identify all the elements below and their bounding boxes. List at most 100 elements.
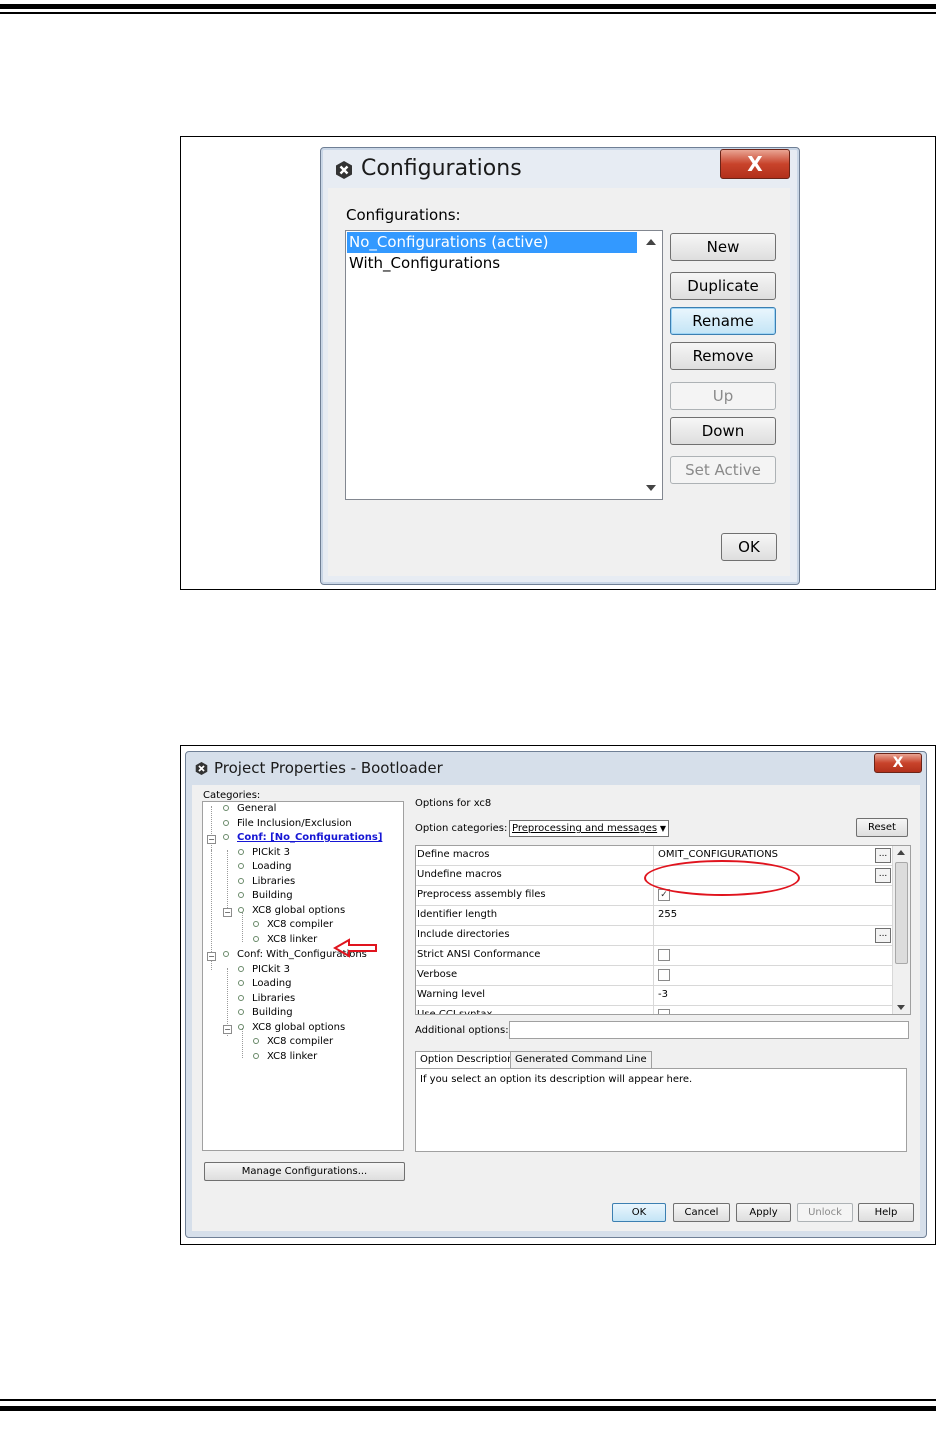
reset-button[interactable]: Reset: [856, 818, 908, 837]
collapse-icon[interactable]: −: [207, 952, 216, 961]
option-categories-select[interactable]: Preprocessing and messages ▼: [509, 820, 669, 837]
option-key: Use CCI syntax: [417, 1009, 493, 1015]
tree-item-xc8-linker[interactable]: XC8 linker: [253, 1051, 317, 1062]
ok-button[interactable]: OK: [721, 533, 777, 561]
tree-item-pickit3[interactable]: PICkit 3: [238, 847, 290, 858]
ellipsis-button[interactable]: ...: [875, 928, 891, 943]
additional-options-field[interactable]: [509, 1021, 909, 1039]
configurations-label: Configurations:: [346, 206, 461, 224]
checkbox-unchecked[interactable]: [658, 949, 670, 961]
tree-line: [227, 850, 228, 914]
duplicate-button[interactable]: Duplicate: [670, 272, 776, 300]
node-icon: [223, 820, 229, 826]
new-button[interactable]: New: [670, 233, 776, 261]
ok-button[interactable]: OK: [612, 1203, 666, 1222]
option-value-cell[interactable]: -3: [653, 986, 892, 1005]
node-icon: [223, 951, 229, 957]
table-row[interactable]: Identifier length 255: [416, 906, 892, 926]
tree-item-libraries[interactable]: Libraries: [238, 876, 295, 887]
manage-configurations-button[interactable]: Manage Configurations...: [204, 1162, 405, 1181]
tree-item-xc8-compiler[interactable]: XC8 compiler: [253, 919, 333, 930]
configurations-list[interactable]: No_Configurations (active) With_Configur…: [345, 230, 663, 500]
option-categories-value: Preprocessing and messages: [512, 823, 658, 834]
option-key: Undefine macros: [417, 869, 502, 880]
collapse-icon[interactable]: −: [207, 835, 216, 844]
tree-item-xc8-linker[interactable]: XC8 linker: [253, 934, 317, 945]
table-row[interactable]: Strict ANSI Conformance: [416, 946, 892, 966]
option-value-cell[interactable]: [653, 966, 892, 985]
node-icon: [253, 1053, 259, 1059]
list-scrollbar[interactable]: [640, 231, 662, 499]
rename-button[interactable]: Rename: [670, 307, 776, 335]
scroll-up-icon[interactable]: [646, 239, 656, 245]
tree-item-building[interactable]: Building: [238, 1007, 293, 1018]
cancel-button[interactable]: Cancel: [673, 1203, 730, 1222]
tree-item-pickit3[interactable]: PICkit 3: [238, 964, 290, 975]
checkbox-unchecked[interactable]: [658, 1009, 670, 1014]
tree-item-libraries[interactable]: Libraries: [238, 993, 295, 1004]
grid-scrollbar[interactable]: [892, 846, 910, 1014]
tab-option-description[interactable]: Option Description: [415, 1051, 519, 1069]
dialog-title: Project Properties - Bootloader: [214, 759, 443, 777]
option-value-cell[interactable]: [653, 946, 892, 965]
tree-item-xc8-global-options[interactable]: XC8 global options: [238, 1022, 345, 1033]
option-value-cell[interactable]: 255: [653, 906, 892, 925]
node-icon: [238, 1024, 244, 1030]
checkbox-unchecked[interactable]: [658, 969, 670, 981]
node-icon: [238, 980, 244, 986]
list-item-selected[interactable]: No_Configurations (active): [347, 232, 637, 253]
tree-item-general[interactable]: General: [223, 803, 276, 814]
description-text: If you select an option its description …: [420, 1074, 693, 1085]
chevron-down-icon: ▼: [659, 824, 666, 833]
tree-item-loading[interactable]: Loading: [238, 861, 291, 872]
tab-generated-command-line[interactable]: Generated Command Line: [510, 1051, 652, 1068]
remove-button[interactable]: Remove: [670, 342, 776, 370]
table-row[interactable]: Define macros OMIT_CONFIGURATIONS...: [416, 846, 892, 866]
table-row[interactable]: Preprocess assembly files ✓: [416, 886, 892, 906]
option-categories-label: Option categories:: [415, 823, 508, 834]
down-button[interactable]: Down: [670, 417, 776, 445]
apply-button[interactable]: Apply: [736, 1203, 791, 1222]
set-active-button[interactable]: Set Active: [670, 456, 776, 484]
red-ellipse-annotation: [644, 860, 800, 896]
categories-tree[interactable]: General File Inclusion/Exclusion − Conf:…: [202, 801, 404, 1151]
help-button[interactable]: Help: [858, 1203, 914, 1222]
node-icon: [238, 849, 244, 855]
table-row[interactable]: Warning level -3: [416, 986, 892, 1006]
list-item[interactable]: With_Configurations: [347, 253, 502, 274]
tree-item-conf-no-configurations[interactable]: Conf: [No_Configurations]: [223, 832, 382, 843]
node-icon: [253, 921, 259, 927]
node-icon: [253, 1038, 259, 1044]
scroll-up-icon[interactable]: [897, 850, 905, 855]
unlock-button[interactable]: Unlock: [797, 1203, 853, 1222]
tree-item-xc8-compiler[interactable]: XC8 compiler: [253, 1036, 333, 1047]
scroll-down-icon[interactable]: [897, 1005, 905, 1010]
tree-item-building[interactable]: Building: [238, 890, 293, 901]
collapse-icon[interactable]: −: [223, 1025, 232, 1034]
collapse-icon[interactable]: −: [223, 908, 232, 917]
bottom-rule-thin: [0, 1399, 936, 1401]
table-row[interactable]: Use CCI syntax: [416, 1006, 892, 1015]
scrollbar-thumb[interactable]: [895, 862, 908, 964]
option-value-cell[interactable]: ...: [653, 926, 892, 945]
categories-label: Categories:: [203, 790, 261, 801]
table-row[interactable]: Include directories ...: [416, 926, 892, 946]
close-button[interactable]: X: [874, 753, 922, 773]
ellipsis-button[interactable]: ...: [875, 848, 891, 863]
up-button[interactable]: Up: [670, 382, 776, 410]
option-key: Warning level: [417, 989, 486, 1000]
option-value: 255: [658, 909, 678, 920]
ellipsis-button[interactable]: ...: [875, 868, 891, 883]
table-row[interactable]: Verbose: [416, 966, 892, 986]
tree-item-file-inclusion[interactable]: File Inclusion/Exclusion: [223, 818, 352, 829]
node-icon: [223, 834, 229, 840]
option-value-cell[interactable]: [653, 1006, 892, 1014]
scroll-down-icon[interactable]: [646, 485, 656, 491]
options-for-label: Options for xc8: [415, 798, 492, 809]
node-icon: [238, 966, 244, 972]
option-key: Strict ANSI Conformance: [417, 949, 541, 960]
tree-item-loading[interactable]: Loading: [238, 978, 291, 989]
dialog-client-area: Categories: General File Inclusion/Exclu…: [192, 785, 920, 1231]
close-button[interactable]: X: [720, 149, 790, 179]
tree-item-xc8-global-options[interactable]: XC8 global options: [238, 905, 345, 916]
